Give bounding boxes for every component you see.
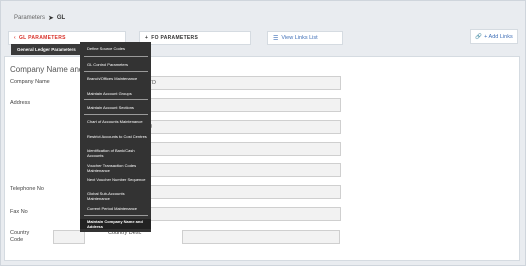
tab-gl-label: GL PARAMETERS	[18, 35, 66, 41]
country-desc-field[interactable]	[182, 230, 340, 244]
menu-item-current-period[interactable]: Current Period Maintenance	[80, 206, 151, 211]
breadcrumb-parent[interactable]: Parameters	[14, 15, 45, 21]
telephone-label: Telephone No	[10, 186, 44, 192]
address-line-3-field[interactable]: 00	[141, 120, 341, 134]
gl-dropdown-menu: Define Source Codes GL Control Parameter…	[80, 42, 151, 232]
chevron-left-icon: ‹	[14, 35, 16, 41]
company-name-field[interactable]: LTD	[141, 76, 341, 90]
fax-field[interactable]	[141, 207, 341, 221]
menu-item-account-sections[interactable]: Maintain Account Sections	[80, 105, 151, 110]
menu-item-chart-of-accounts[interactable]: Chart of Accounts Maintenance	[80, 119, 151, 124]
menu-divider	[84, 71, 148, 72]
menu-item-next-voucher-number[interactable]: Next Voucher Number Sequence	[80, 177, 151, 182]
fax-label: Fax No	[10, 209, 28, 215]
view-links-label: View Links List	[281, 35, 318, 41]
tab-fo-label: FO PARAMETERS	[151, 35, 199, 41]
menu-item-define-source-codes[interactable]: Define Source Codes	[80, 46, 151, 51]
menu-header-general-ledger[interactable]: General Ledger Parameters	[11, 44, 80, 55]
menu-divider	[84, 56, 148, 57]
menu-item-gl-control-parameters[interactable]: GL Control Parameters	[80, 62, 151, 67]
menu-item-branch-offices[interactable]: Branch/Offices Maintenance	[80, 76, 151, 81]
tab-fo-parameters[interactable]: + FO PARAMETERS	[139, 31, 251, 45]
menu-divider	[84, 99, 148, 100]
add-links-button[interactable]: 🔗 + Add Links	[470, 29, 518, 44]
view-links-button[interactable]: ☰ View Links List	[267, 31, 343, 45]
menu-item-account-groups[interactable]: Maintain Account Groups	[80, 91, 151, 96]
menu-divider	[84, 215, 148, 216]
add-link-icon: 🔗	[475, 33, 483, 40]
plus-icon: +	[145, 35, 149, 41]
menu-item-voucher-transaction-codes[interactable]: Voucher Transaction Codes Maintenance	[80, 163, 151, 173]
breadcrumb: Parameters ➤ GL	[14, 14, 65, 22]
menu-item-global-sub-accounts[interactable]: Global Sub-Accounts Maintenance	[80, 191, 151, 201]
country-code-label: Country Code	[10, 230, 30, 243]
address-label: Address	[10, 100, 31, 106]
breadcrumb-arrow-icon: ➤	[48, 15, 54, 22]
section-title: Company Name and A	[10, 65, 91, 74]
address-line-4-field[interactable]	[141, 142, 341, 156]
list-icon: ☰	[273, 35, 279, 42]
menu-item-restrict-accounts[interactable]: Restrict Accounts to Cost Centres	[80, 134, 151, 139]
menu-item-bank-cash-accounts[interactable]: Identification of Bank/Cash Accounts	[80, 148, 151, 158]
country-code-field[interactable]	[53, 230, 85, 244]
add-links-label: + Add Links	[484, 33, 513, 40]
breadcrumb-current: GL	[56, 15, 66, 21]
menu-divider	[84, 114, 148, 115]
menu-item-company-name-address[interactable]: Maintain Company Name and Address	[80, 219, 151, 229]
address-line-1-field[interactable]	[141, 98, 341, 112]
company-name-label: Company Name	[10, 79, 50, 85]
telephone-field[interactable]	[141, 185, 341, 199]
address-line-5-field[interactable]	[141, 163, 341, 177]
